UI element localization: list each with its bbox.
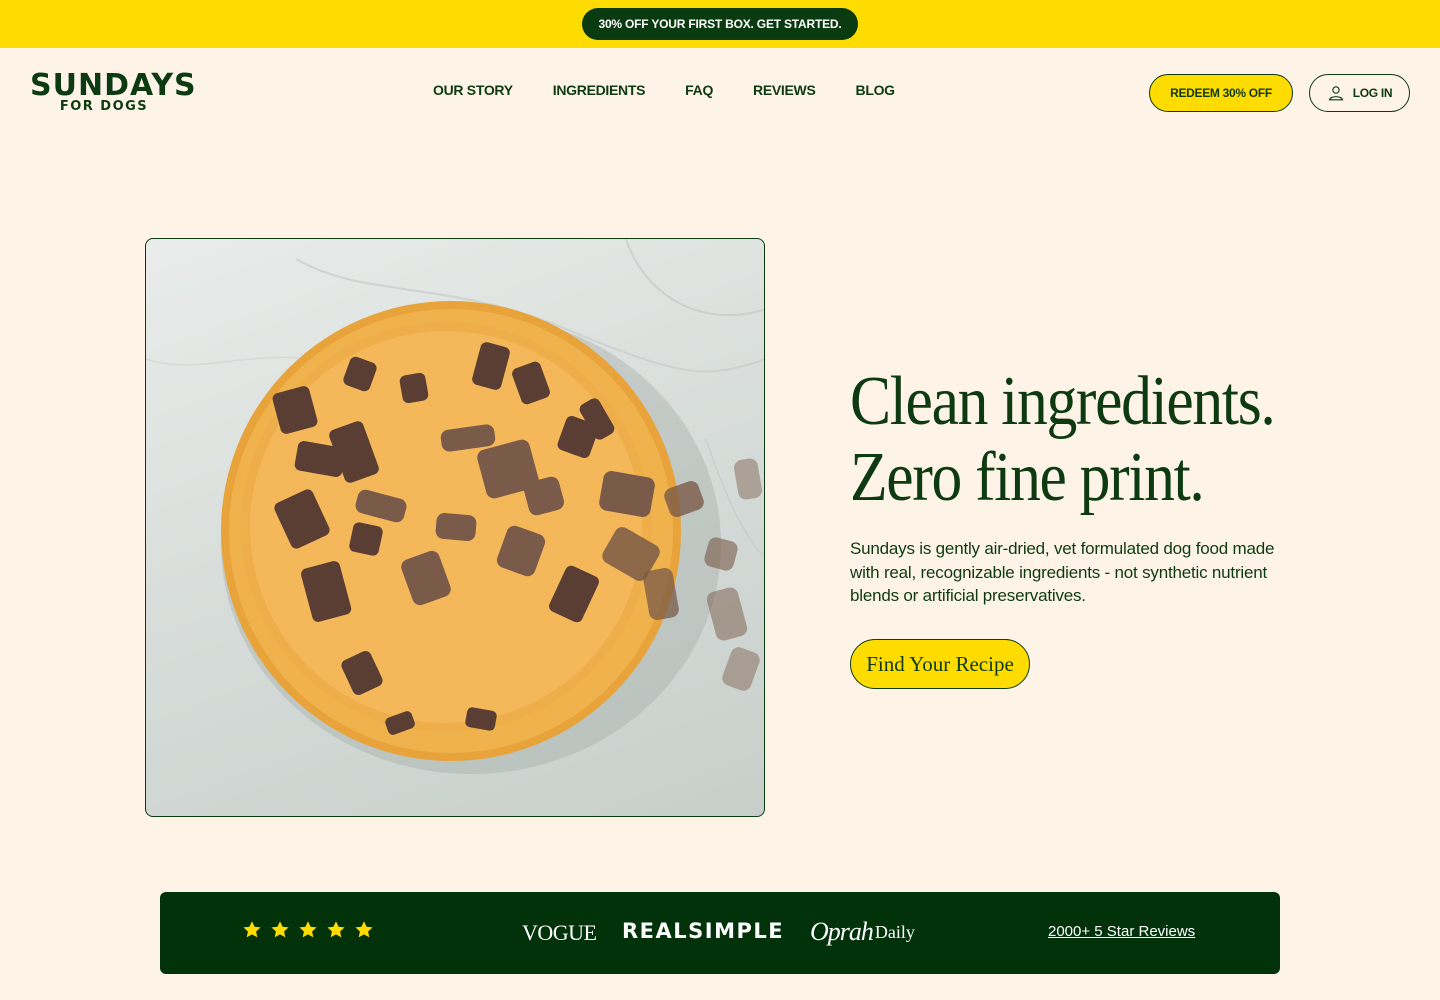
realsimple-logo: REALSIMPLE [622,919,785,943]
bowl-illustration [146,239,764,774]
promo-bar: 30% OFF YOUR FIRST BOX. GET STARTED. [0,0,1440,48]
logo-tagline: FOR DOGS [59,99,149,114]
hero-title: Clean ingredients. Zero fine print. [850,363,1276,516]
hero-subtitle: Sundays is gently air-dried, vet formula… [850,539,1275,605]
rating-stars [242,920,374,940]
redeem-offer-button[interactable]: REDEEM 30% OFF [1149,74,1293,112]
hero-title-line-1: Clean ingredients. [850,363,1276,440]
star-icon [243,921,261,938]
oprah-script: Oprah [810,917,874,946]
star-icon [271,921,289,938]
user-icon [1328,86,1343,101]
reviews-link[interactable]: 2000+ 5 Star Reviews [1048,923,1195,940]
main-nav: OUR STORY INGREDIENTS FAQ REVIEWS BLOG [413,82,915,98]
login-button[interactable]: LOG IN [1309,74,1410,112]
nav-ingredients[interactable]: INGREDIENTS [533,82,665,98]
star-icon [299,921,317,938]
nav-our-story[interactable]: OUR STORY [413,82,533,98]
nav-reviews[interactable]: REVIEWS [733,82,835,98]
nav-blog[interactable]: BLOG [836,82,915,98]
hero-title-line-2: Zero fine print. [850,439,1205,516]
login-label: LOG IN [1352,86,1393,100]
star-icon [327,921,345,938]
find-recipe-button[interactable]: Find Your Recipe [850,639,1030,689]
food-bowl-image [145,238,765,817]
logo-wordmark: SUNDAYS [30,68,197,103]
oprah-daily-logo: Oprah Daily [810,914,915,950]
sundays-logo[interactable]: SUNDAYS FOR DOGS [30,68,197,118]
star-icon [355,921,373,938]
promo-link[interactable]: 30% OFF YOUR FIRST BOX. GET STARTED. [582,8,858,40]
press-bar: VOGUE REALSIMPLE Oprah Daily 2000+ 5 Sta… [160,892,1280,974]
nav-faq[interactable]: FAQ [665,82,733,98]
oprah-daily-word: Daily [874,921,915,942]
site-header: SUNDAYS FOR DOGS OUR STORY INGREDIENTS F… [0,48,1440,138]
vogue-logo: VOGUE [522,920,597,945]
